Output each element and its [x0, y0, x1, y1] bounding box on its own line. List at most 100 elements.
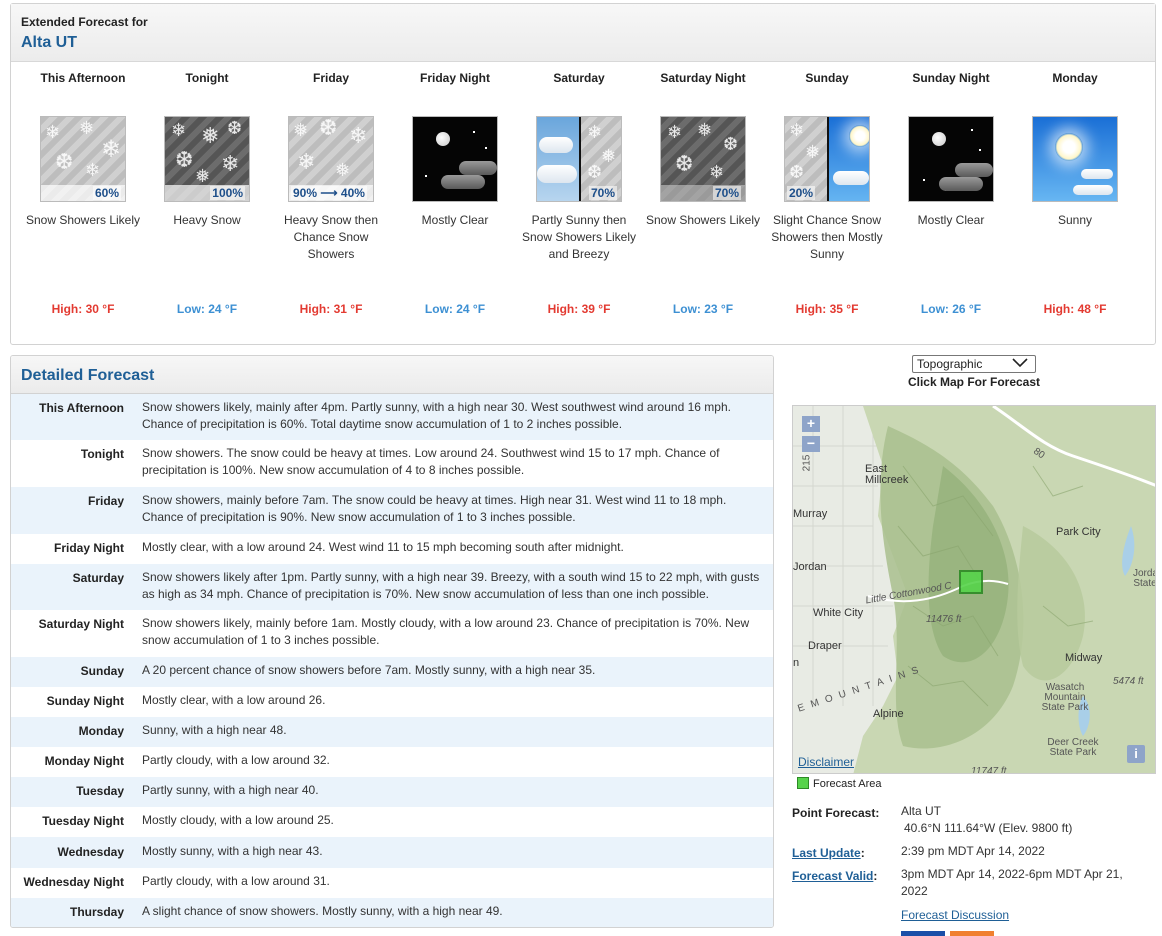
period-short-forecast: Snow Showers Likely	[645, 213, 761, 227]
detailed-row-text: A 20 percent chance of snow showers befo…	[142, 663, 596, 677]
forecast-periods: This Afternoon ❄ ❅ ❄ ❆ ❄ 60% Snow Shower…	[21, 70, 1145, 330]
last-update-value: 2:39 pm MDT Apr 14, 2022	[901, 844, 1045, 858]
forecast-valid-link[interactable]: Forecast Valid	[792, 869, 873, 883]
detailed-row-text: Partly sunny, with a high near 40.	[142, 783, 319, 797]
detailed-row: Monday Night Partly cloudy, with a low a…	[11, 747, 773, 777]
precip-chance: 20%	[787, 186, 816, 200]
period-short-forecast: Heavy Snow then Chance Snow Showers	[283, 213, 379, 261]
detailed-row-label: This Afternoon	[39, 401, 124, 415]
colon: :	[873, 869, 878, 883]
sunny-icon[interactable]	[1032, 116, 1118, 202]
map-label-east-millcreek: East Millcreek	[865, 463, 909, 486]
detailed-row: Sunday Night Mostly clear, with a low ar…	[11, 687, 773, 717]
precip-chance: 60%	[92, 186, 121, 200]
map-type-select[interactable]: Topographic	[912, 355, 1036, 373]
period-temperature: High: 39 °F	[547, 302, 611, 316]
map-label-white-city: White City	[813, 607, 864, 619]
detailed-row: Wednesday Night Partly cloudy, with a lo…	[11, 868, 773, 898]
product-tab-orange[interactable]	[950, 931, 994, 936]
detailed-row-text: A slight chance of snow showers. Mostly …	[142, 904, 503, 918]
product-tab-blue[interactable]	[901, 931, 945, 936]
period-temperature: Low: 24 °F	[176, 302, 238, 316]
snow-night-icon[interactable]: ❄ ❅ ❆ ❆ ❄ 70%	[660, 116, 746, 202]
forecast-valid-value: 3pm MDT Apr 14, 2022-6pm MDT Apr 21, 202…	[901, 867, 1123, 898]
detailed-row-text: Mostly clear, with a low around 26.	[142, 693, 326, 707]
detailed-row: Saturday Snow showers likely after 1pm. …	[11, 564, 773, 610]
forecast-area-swatch	[797, 777, 809, 789]
detailed-row: Friday Night Mostly clear, with a low ar…	[11, 534, 773, 564]
detailed-row-label: Thursday	[69, 905, 124, 919]
zoom-in-button[interactable]: +	[802, 416, 820, 432]
detailed-row-text: Mostly sunny, with a high near 43.	[142, 844, 323, 858]
period-short-forecast: Partly Sunny then Snow Showers Likely an…	[521, 213, 637, 261]
detailed-row-text: Partly cloudy, with a low around 31.	[142, 874, 330, 888]
period-short-forecast: Heavy Snow	[173, 213, 241, 227]
snow-then-sunny-icon[interactable]: ❄ ❅ ❆ 20%	[784, 116, 870, 202]
map-label-elevation: 5474 ft	[1113, 676, 1144, 687]
period-short-forecast: Snow Showers Likely	[25, 213, 141, 227]
forecast-period[interactable]: Saturday ❄ ❅ ❆ 70% Partly Sunny then Sno…	[517, 70, 641, 316]
last-update-link[interactable]: Last Update	[792, 846, 861, 860]
map-label-murray: Murray	[793, 508, 828, 520]
partly-sunny-snow-icon[interactable]: ❄ ❅ ❆ 70%	[536, 116, 622, 202]
detailed-row: Saturday Night Snow showers likely, main…	[11, 610, 773, 657]
detailed-row-text: Snow showers likely, mainly after 4pm. P…	[142, 400, 731, 431]
precip-chance: 100%	[210, 186, 245, 200]
period-temperature: High: 31 °F	[299, 302, 363, 316]
forecast-period[interactable]: Monday Sunny High: 48 °F	[1013, 70, 1137, 316]
info-icon[interactable]: i	[1127, 745, 1145, 763]
detailed-row-label: Tonight	[80, 447, 124, 461]
point-coordinates: 40.6°N 111.64°W (Elev. 9800 ft)	[904, 821, 1073, 835]
period-short-forecast: Mostly Clear	[421, 213, 489, 227]
forecast-period[interactable]: Sunday ❄ ❅ ❆ 20% Slight Chance Snow Show…	[765, 70, 889, 316]
detailed-row-label: Friday Night	[53, 541, 124, 555]
snow-showers-icon[interactable]: ❅ ❆ ❄ ❄ ❅ 90% ⟶ 40%	[288, 116, 374, 202]
map-label-n: n	[793, 657, 800, 669]
map-label-wasatch-park: Wasatch Mountain State Park	[1041, 682, 1089, 713]
forecast-valid-row: Forecast Valid:	[792, 869, 877, 883]
detailed-row-label: Saturday	[72, 571, 124, 585]
chevron-down-icon	[1011, 356, 1029, 374]
last-update-row: Last Update:	[792, 846, 865, 860]
detailed-row-text: Snow showers. The snow could be heavy at…	[142, 446, 720, 477]
location-title: Alta UT	[21, 34, 77, 51]
period-name: Tonight	[185, 71, 229, 85]
period-name: Sunday Night	[912, 71, 990, 85]
precip-chance: 90% ⟶ 40%	[291, 186, 367, 200]
heavy-snow-icon[interactable]: ❄ ❅ ❆ ❆ ❄ ❅ 100%	[164, 116, 250, 202]
detailed-row-label: Sunday	[80, 664, 124, 678]
detailed-row: Thursday A slight chance of snow showers…	[11, 898, 773, 927]
period-temperature: Low: 26 °F	[920, 302, 982, 316]
detailed-row-label: Friday	[87, 494, 124, 508]
detailed-row: Sunday A 20 percent chance of snow showe…	[11, 657, 773, 687]
extended-forecast-header: Extended Forecast for Alta UT	[11, 4, 1155, 62]
clear-night-icon[interactable]	[908, 116, 994, 202]
map-disclaimer-link[interactable]: Disclaimer	[798, 755, 854, 769]
forecast-period[interactable]: Tonight ❄ ❅ ❆ ❆ ❄ ❅ 100% Heavy Snow Low:…	[145, 70, 269, 316]
map-type-value: Topographic	[917, 357, 983, 371]
forecast-discussion-link[interactable]: Forecast Discussion	[901, 907, 1009, 924]
forecast-period[interactable]: Sunday Night Mostly Clear Low: 26 °F	[889, 70, 1013, 316]
snow-showers-icon[interactable]: ❄ ❅ ❄ ❆ ❄ 60%	[40, 116, 126, 202]
colon: :	[860, 846, 865, 860]
period-name: This Afternoon	[40, 71, 126, 85]
detailed-row: Monday Sunny, with a high near 48.	[11, 717, 773, 747]
zoom-out-button[interactable]: −	[802, 436, 820, 452]
clear-night-icon[interactable]	[412, 116, 498, 202]
detailed-row-label: Wednesday	[57, 845, 124, 859]
forecast-period[interactable]: This Afternoon ❄ ❅ ❄ ❆ ❄ 60% Snow Shower…	[21, 70, 145, 316]
extended-forecast-heading: Extended Forecast for	[21, 15, 148, 29]
detailed-row: Tuesday Night Mostly cloudy, with a low …	[11, 807, 773, 837]
precip-chance: 70%	[712, 186, 741, 200]
forecast-period[interactable]: Friday ❅ ❆ ❄ ❄ ❅ 90% ⟶ 40% Heavy Snow th…	[269, 70, 393, 316]
detailed-row-label: Tuesday	[76, 784, 124, 798]
forecast-period[interactable]: Saturday Night ❄ ❅ ❆ ❆ ❄ 70% Snow Shower…	[641, 70, 765, 316]
map-label-alpine: Alpine	[873, 708, 904, 720]
period-temperature: Low: 23 °F	[672, 302, 734, 316]
detailed-row-text: Partly cloudy, with a low around 32.	[142, 753, 330, 767]
period-temperature: High: 35 °F	[795, 302, 859, 316]
detailed-row-label: Saturday Night	[38, 617, 124, 631]
detailed-row-label: Tuesday Night	[42, 814, 124, 828]
forecast-map[interactable]: + − East Millcreek Murray Park City Jord…	[792, 405, 1156, 774]
forecast-period[interactable]: Friday Night Mostly Clear Low: 24 °F	[393, 70, 517, 316]
